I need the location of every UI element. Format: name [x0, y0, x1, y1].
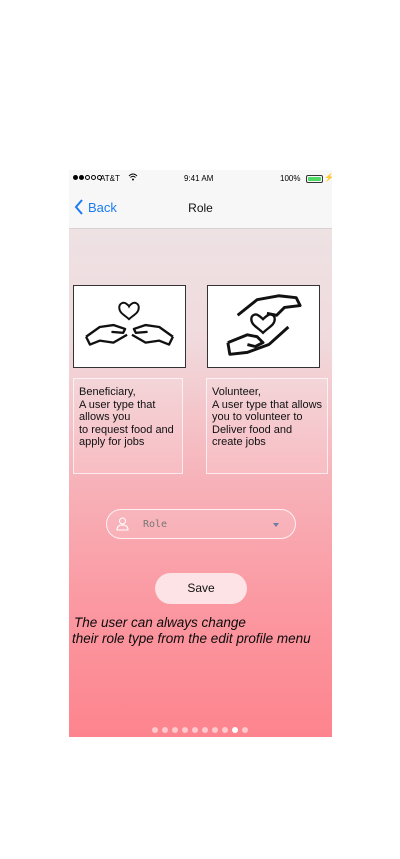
volunteer-card-image[interactable]	[207, 285, 320, 368]
dropdown-caret-icon	[273, 523, 279, 527]
navigation-bar: Back Role	[69, 187, 332, 229]
role-dropdown[interactable]: Role	[106, 509, 296, 539]
volunteer-line: you to volunteer to	[212, 411, 303, 423]
beneficiary-line: A user type that	[79, 398, 156, 411]
wifi-icon	[128, 173, 138, 183]
note-line-2: their role type from the edit profile me…	[72, 631, 311, 646]
hands-heart-icon	[85, 301, 174, 346]
page-dot[interactable]	[162, 727, 168, 733]
page-dot[interactable]	[152, 727, 158, 733]
role-change-note: The user can always change their role ty…	[69, 615, 332, 647]
role-placeholder: Role	[143, 519, 168, 530]
phone-screen: AT&T 9:41 AM 100% ⚡ Back Role Beneficiar…	[69, 170, 332, 737]
charging-bolt-icon: ⚡	[324, 173, 332, 182]
battery-percent: 100%	[280, 174, 301, 183]
volunteer-line: create jobs	[212, 436, 266, 448]
page-dot[interactable]	[242, 727, 248, 733]
beneficiary-line: allows you	[79, 411, 131, 423]
beneficiary-line: apply for jobs	[79, 436, 145, 448]
page-title: Role	[188, 201, 213, 215]
carrier-name: AT&T	[100, 174, 120, 183]
page-dot[interactable]	[222, 727, 228, 733]
signal-strength-icon	[73, 175, 102, 180]
volunteer-line: A user type that allows	[212, 398, 323, 411]
save-button[interactable]: Save	[155, 573, 247, 604]
battery-icon	[306, 175, 323, 183]
beneficiary-card-image[interactable]	[73, 285, 186, 368]
hands-giving-heart-icon	[226, 294, 302, 356]
page-indicator[interactable]	[152, 727, 248, 733]
beneficiary-title: Beneficiary,	[79, 386, 136, 398]
volunteer-line: Deliver food and	[212, 423, 293, 436]
status-time: 9:41 AM	[184, 174, 214, 183]
page-dot[interactable]	[172, 727, 178, 733]
note-line-1: The user can always change	[74, 615, 246, 630]
volunteer-title: Volunteer,	[212, 386, 261, 398]
status-bar: AT&T 9:41 AM 100% ⚡	[69, 170, 332, 187]
page-dot[interactable]	[182, 727, 188, 733]
page-dot[interactable]	[212, 727, 218, 733]
page-dot[interactable]	[202, 727, 208, 733]
person-icon	[116, 517, 129, 531]
page-dot-active[interactable]	[232, 727, 238, 733]
volunteer-description[interactable]: Volunteer, A user type that allows you t…	[206, 378, 328, 474]
beneficiary-line: to request food and	[79, 423, 174, 436]
beneficiary-description[interactable]: Beneficiary, A user type that allows you…	[73, 378, 183, 474]
page-dot[interactable]	[192, 727, 198, 733]
